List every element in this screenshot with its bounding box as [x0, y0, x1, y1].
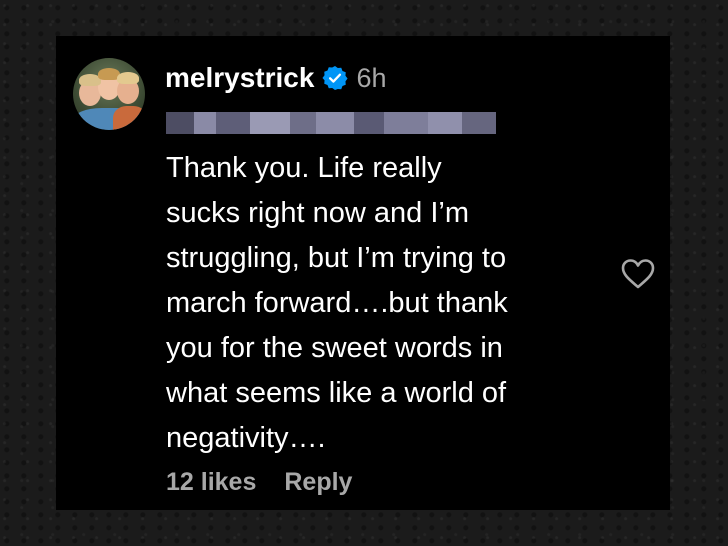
username[interactable]: melrystrick: [165, 62, 314, 94]
comment-text: Thank you. Life really sucks right now a…: [166, 146, 616, 461]
reply-button[interactable]: Reply: [284, 468, 352, 497]
timestamp: 6h: [356, 62, 387, 93]
censored-mention: [166, 112, 496, 134]
comment-line: you for the sweet words in: [166, 332, 503, 364]
comment-line: sucks right now and I’m: [166, 197, 470, 229]
heart-icon[interactable]: [621, 258, 655, 290]
verified-badge-icon: [322, 65, 348, 91]
comment-line: Thank you. Life really: [166, 152, 442, 184]
comment-line: what seems like a world of: [166, 377, 507, 409]
comment-line: negativity….: [166, 422, 326, 454]
comment-footer: 12 likes Reply: [166, 468, 352, 497]
comment-card: melrystrick 6h Thank you. Life really su…: [56, 36, 670, 510]
comment-header: melrystrick 6h: [165, 60, 386, 96]
likes-count[interactable]: 12 likes: [166, 468, 256, 497]
comment-line: march forward….but thank: [166, 287, 508, 319]
comment-line: struggling, but I’m trying to: [166, 242, 507, 274]
avatar[interactable]: [73, 58, 145, 130]
